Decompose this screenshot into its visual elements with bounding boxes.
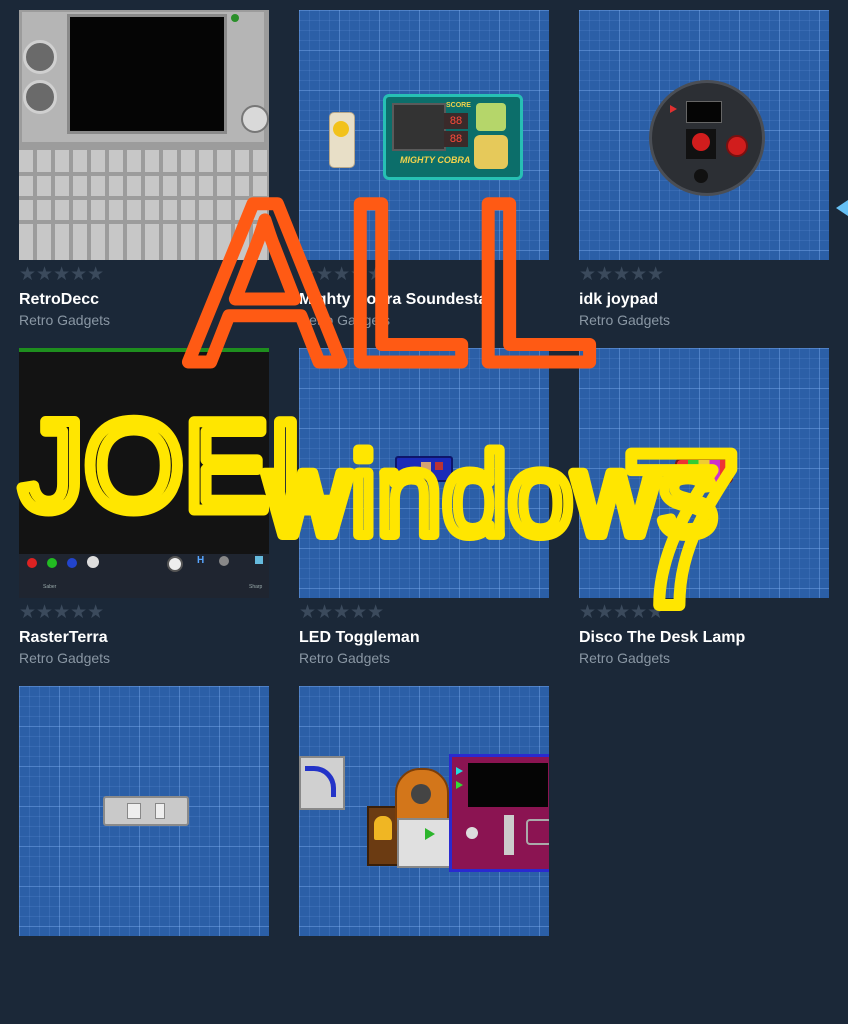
play-icon [456, 781, 463, 789]
toggle-device [395, 456, 453, 482]
led-panel [397, 818, 453, 868]
gadget-title[interactable]: Disco The Desk Lamp [579, 629, 745, 647]
joystick-icon [692, 133, 710, 151]
button-icon [466, 827, 478, 839]
device-name-label: MIGHTY COBRA [400, 155, 471, 165]
keyboard-row-divider [19, 172, 269, 176]
cyan-led-icon [255, 556, 263, 564]
joypad-body [649, 80, 765, 196]
gadget-title[interactable]: idk joypad [579, 291, 658, 309]
knob-icon [23, 40, 57, 74]
saber-label: Saber [43, 584, 57, 590]
green-button-icon [47, 558, 57, 568]
gadget-thumbnail[interactable] [19, 686, 269, 936]
knob-icon [23, 80, 57, 114]
white-knob-icon [87, 556, 99, 568]
rating-stars: ★★★★★ [19, 263, 105, 285]
gadget-category[interactable]: Retro Gadgets [19, 650, 110, 666]
gadget-title[interactable]: LED Toggleman [299, 629, 420, 647]
rating-stars: ★★★★★ [299, 263, 385, 285]
arc-panel [299, 756, 345, 810]
score-label: SCORE [446, 102, 471, 109]
knob-icon [241, 105, 269, 133]
keyboard-keys [19, 150, 269, 260]
scroll-right-arrow-icon[interactable] [836, 200, 848, 216]
device-screen [67, 14, 227, 134]
gadget-card-disco-desk-lamp[interactable]: ★★★★★ Disco The Desk Lamp Retro Gadgets [579, 348, 829, 686]
score-digits: 88 [444, 131, 468, 147]
gadget-category[interactable]: Retro Gadgets [19, 312, 110, 328]
rating-stars: ★★★★★ [299, 601, 385, 623]
sharp-label: Sharp [249, 584, 263, 590]
console-screen [468, 763, 548, 807]
score-digits: 88 [444, 113, 468, 129]
switch-icon [127, 803, 141, 819]
disco-lamp-device [675, 458, 733, 484]
cobra-emblem-icon [474, 135, 508, 169]
gadget-card-8[interactable] [299, 686, 549, 1024]
dpad-icon [526, 819, 549, 845]
handheld-device: SCORE 88 88 MIGHTY COBRA [383, 94, 523, 180]
gadget-category[interactable]: Retro Gadgets [299, 312, 390, 328]
gadget-card-rasterterra[interactable]: H Saber Sharp ★★★★★ RasterTerra Retro Ga… [19, 348, 269, 686]
gadget-thumbnail[interactable] [579, 348, 829, 598]
dial-icon [167, 556, 183, 572]
led-matrix [392, 103, 446, 151]
gadget-thumbnail[interactable]: SCORE 88 88 MIGHTY COBRA [299, 10, 549, 260]
speaker-icon [694, 169, 708, 183]
gadget-card-7[interactable] [19, 686, 269, 1024]
dpad-panel [476, 103, 506, 131]
play-icon [670, 105, 677, 113]
switch-device [103, 796, 189, 826]
gray-button-icon [219, 556, 229, 566]
smiley-icon [333, 121, 349, 137]
gadget-title[interactable]: RetroDecc [19, 291, 99, 309]
gadget-thumbnail[interactable]: H Saber Sharp [19, 348, 269, 598]
blue-button-icon [67, 558, 77, 568]
gadget-category[interactable]: Retro Gadgets [579, 312, 670, 328]
led-icon [435, 462, 443, 470]
keyboard-row-divider [19, 220, 269, 224]
gadget-thumbnail[interactable] [299, 686, 549, 936]
gadget-thumbnail[interactable] [299, 348, 549, 598]
play-icon [456, 767, 463, 775]
keyboard-row-divider [19, 196, 269, 200]
gadget-card-idk-joypad[interactable]: ★★★★★ idk joypad Retro Gadgets [579, 10, 829, 348]
gadget-thumbnail[interactable] [19, 10, 269, 260]
rating-stars: ★★★★★ [19, 601, 105, 623]
red-button-icon [27, 558, 37, 568]
led-icon [421, 462, 431, 472]
gadget-thumbnail[interactable] [579, 10, 829, 260]
h-label: H [197, 555, 205, 566]
rating-stars: ★★★★★ [579, 263, 665, 285]
slider-icon [504, 815, 514, 855]
console-panel [449, 754, 549, 872]
red-button-icon [726, 135, 748, 157]
gadget-card-led-toggleman[interactable]: ★★★★★ LED Toggleman Retro Gadgets [299, 348, 549, 686]
play-icon [425, 828, 435, 840]
led-icon [231, 14, 239, 22]
joypad-screen [686, 101, 722, 123]
bulb-icon [374, 816, 392, 840]
gadget-category[interactable]: Retro Gadgets [299, 650, 390, 666]
gadget-title[interactable]: Mighty Cobra Soundesta [299, 291, 487, 309]
gadget-card-mighty-cobra[interactable]: SCORE 88 88 MIGHTY COBRA ★★★★★ Mighty Co… [299, 10, 549, 348]
speaker-icon [411, 784, 431, 804]
switch-icon [155, 803, 165, 819]
gadget-grid: ★★★★★ RetroDecc Retro Gadgets SCORE 88 8… [19, 10, 829, 1024]
gadget-category[interactable]: Retro Gadgets [579, 650, 670, 666]
remote-device [329, 112, 355, 168]
gadget-card-retrodecc[interactable]: ★★★★★ RetroDecc Retro Gadgets [19, 10, 269, 348]
arc-icon [305, 766, 336, 797]
gadget-title[interactable]: RasterTerra [19, 629, 108, 647]
rating-stars: ★★★★★ [579, 601, 665, 623]
